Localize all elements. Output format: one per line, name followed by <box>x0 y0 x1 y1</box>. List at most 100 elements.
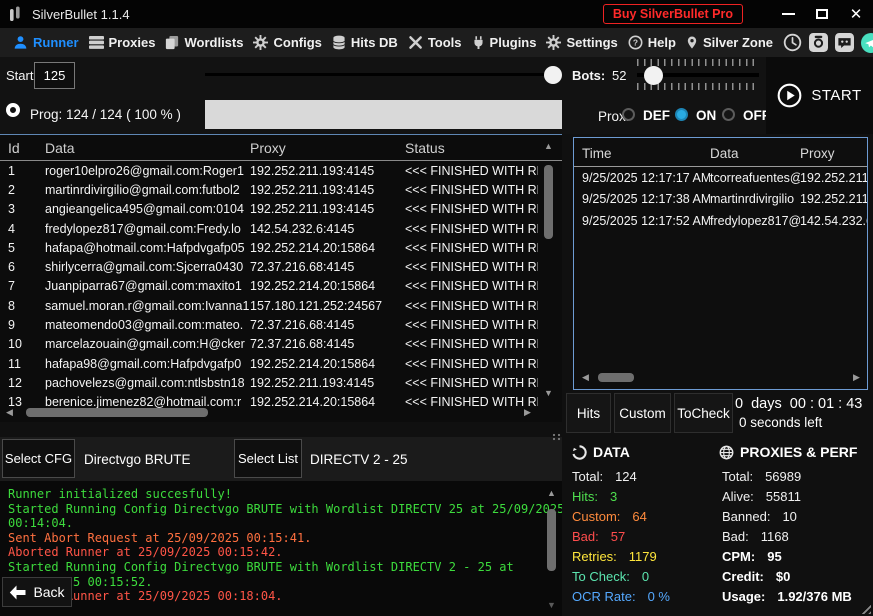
menu-item-tools[interactable]: Tools <box>408 35 462 50</box>
app-logo-bullets-icon <box>8 6 23 22</box>
results-table-row[interactable]: 2 martinrdivirgilio@gmail.com:futbol2 19… <box>0 180 538 199</box>
hits-table-row[interactable]: 9/25/2025 12:17:38 AM martinrdivirgilio … <box>574 189 867 211</box>
results-table-row[interactable]: 4 fredylopez817@gmail.com:Fredy.lo 142.5… <box>0 219 538 238</box>
selected-wordlist-value: DIRECTV 2 - 25 <box>310 437 408 481</box>
results-vertical-scrollbar[interactable]: ▲ ▼ <box>541 138 556 400</box>
menu-item-configs[interactable]: Configs <box>253 35 321 50</box>
scroll-up-icon[interactable]: ▲ <box>544 485 559 500</box>
hits-table-header: Time Data Proxy <box>574 141 867 167</box>
start-button-label: START <box>811 87 861 104</box>
log-vscroll-thumb[interactable] <box>547 509 556 571</box>
proxies-icon <box>89 35 104 50</box>
menu-item-hitsdb[interactable]: Hits DB <box>332 35 398 50</box>
scroll-left-icon[interactable]: ◀ <box>578 370 593 385</box>
menu-item-plugins[interactable]: Plugins <box>472 35 537 50</box>
results-table-row[interactable]: 3 angieangelica495@gmail.com:0104 192.25… <box>0 200 538 219</box>
hits-table: Time Data Proxy 9/25/2025 12:17:17 AM tc… <box>573 137 868 390</box>
scroll-up-icon[interactable]: ▲ <box>541 138 556 153</box>
column-header-status: Status <box>405 140 562 156</box>
results-table-row[interactable]: 7 Juanpiparra67@gmail.com:maxito1 192.25… <box>0 277 538 296</box>
column-header-proxy: Proxy <box>250 140 405 156</box>
start-slider-track[interactable] <box>205 73 561 76</box>
plug-icon <box>472 35 485 50</box>
stat-row: Custom: 64 <box>572 506 670 526</box>
progress-radio[interactable] <box>6 103 20 117</box>
results-horizontal-scrollbar[interactable]: ◀ ▶ <box>2 405 535 420</box>
hits-table-row[interactable]: 9/25/2025 12:17:52 AM fredylopez817@ 142… <box>574 210 867 232</box>
back-button[interactable]: Back <box>2 577 72 607</box>
tab-hits[interactable]: Hits <box>566 393 611 433</box>
menu-item-silver-zone[interactable]: Silver Zone <box>686 35 773 50</box>
bots-slider[interactable] <box>637 59 759 91</box>
stat-row: Retries: 1179 <box>572 546 670 566</box>
log-line: Sent Abort Request at 25/09/2025 00:15:4… <box>8 531 542 546</box>
start-button[interactable]: START <box>766 57 873 134</box>
minimize-icon <box>782 13 795 15</box>
history-icon[interactable] <box>783 33 802 52</box>
minimize-button[interactable] <box>771 1 805 27</box>
prox-radio-off[interactable] <box>722 108 735 121</box>
scroll-right-icon[interactable]: ▶ <box>849 370 864 385</box>
results-table-row[interactable]: 11 hafapa98@gmail.com:Hafpdvgafp0 192.25… <box>0 354 538 373</box>
discord-icon[interactable] <box>835 33 854 52</box>
hits-horizontal-scrollbar[interactable]: ◀ ▶ <box>578 370 864 385</box>
data-panel-header: DATA <box>572 444 630 460</box>
maximize-button[interactable] <box>805 1 839 27</box>
log-line: 25/09/2025 00:15:52. <box>8 575 542 590</box>
utility-icons <box>783 33 873 53</box>
camera-icon[interactable] <box>809 33 828 52</box>
start-input[interactable] <box>34 62 75 89</box>
prox-radio-def[interactable] <box>622 108 635 121</box>
bots-slider-ticks-top <box>637 59 759 66</box>
log-vertical-scrollbar[interactable]: ▲ ▼ <box>544 485 559 612</box>
progress-label: Prog: 124 / 124 ( 100 % ) <box>30 107 181 122</box>
menu-item-help[interactable]: ? Help <box>628 35 676 50</box>
stat-row: Banned: 10 <box>722 506 852 526</box>
results-table-row[interactable]: 5 hafapa@hotmail.com:Hafpdvgafp05 192.25… <box>0 238 538 257</box>
results-vscroll-thumb[interactable] <box>544 165 553 239</box>
bots-slider-thumb[interactable] <box>644 66 663 85</box>
runner-toolbar: Start: Bots: 52 Prog: 124 / 124 ( 100 % … <box>0 57 766 134</box>
select-list-button[interactable]: Select List <box>234 439 302 478</box>
results-table-row[interactable]: 1 roger10elpro26@gmail.com:Roger1 192.25… <box>0 161 538 180</box>
stat-row: Total: 124 <box>572 466 670 486</box>
start-slider-thumb[interactable] <box>544 66 562 84</box>
scroll-down-icon[interactable]: ▼ <box>544 597 559 612</box>
back-arrow-icon <box>9 585 26 600</box>
results-table-row[interactable]: 10 marcelazouain@gmail.com:H@cker 72.37.… <box>0 335 538 354</box>
runner-icon <box>13 35 28 50</box>
close-button[interactable]: ✕ <box>839 1 873 27</box>
scroll-right-icon[interactable]: ▶ <box>520 405 535 420</box>
help-icon: ? <box>628 35 643 50</box>
menu-item-settings[interactable]: Settings <box>546 35 617 50</box>
results-table-row[interactable]: 9 mateomendo03@gmail.com:mateo. 72.37.21… <box>0 315 538 334</box>
tab-custom[interactable]: Custom <box>614 393 671 433</box>
hits-table-row[interactable]: 9/25/2025 12:17:17 AM tcorreafuentes@ 19… <box>574 167 867 189</box>
menu-item-runner[interactable]: Runner <box>13 35 79 50</box>
splitter-grip[interactable] <box>552 433 562 441</box>
prox-radio-on[interactable] <box>675 108 688 121</box>
proxies-panel-title: PROXIES & PERF <box>740 444 857 460</box>
stat-row: Hits: 3 <box>572 486 670 506</box>
tab-tocheck[interactable]: ToCheck <box>674 393 733 433</box>
stat-row: OCR Rate: 0 % <box>572 586 670 606</box>
scroll-left-icon[interactable]: ◀ <box>2 405 17 420</box>
play-icon <box>777 83 802 108</box>
telegram-icon[interactable] <box>861 33 873 53</box>
scroll-down-icon[interactable]: ▼ <box>541 385 556 400</box>
settings-gear-icon <box>546 35 561 50</box>
log-line: Aborted Runner at 25/09/2025 00:18:04. <box>8 589 542 604</box>
title-bar: SilverBullet 1.1.4 Buy SilverBullet Pro … <box>0 0 873 28</box>
results-table-row[interactable]: 8 samuel.moran.r@gmail.com:Ivanna1 157.1… <box>0 296 538 315</box>
menu-item-wordlists[interactable]: Wordlists <box>165 35 243 50</box>
hits-hscroll-thumb[interactable] <box>598 373 634 382</box>
results-hscroll-thumb[interactable] <box>26 408 208 417</box>
window-resize-grip[interactable] <box>858 601 871 614</box>
stat-row: To Check: 0 <box>572 566 670 586</box>
buy-pro-button[interactable]: Buy SilverBullet Pro <box>603 4 743 24</box>
results-table-row[interactable]: 6 shirlycerra@gmail.com:Sjcerra0430 72.3… <box>0 257 538 276</box>
menu-item-proxies[interactable]: Proxies <box>89 35 156 50</box>
select-cfg-button[interactable]: Select CFG <box>2 439 75 478</box>
results-table-row[interactable]: 12 pachovelezs@gmail.com:ntlsbstn18 192.… <box>0 373 538 392</box>
window-title: SilverBullet 1.1.4 <box>32 7 130 22</box>
